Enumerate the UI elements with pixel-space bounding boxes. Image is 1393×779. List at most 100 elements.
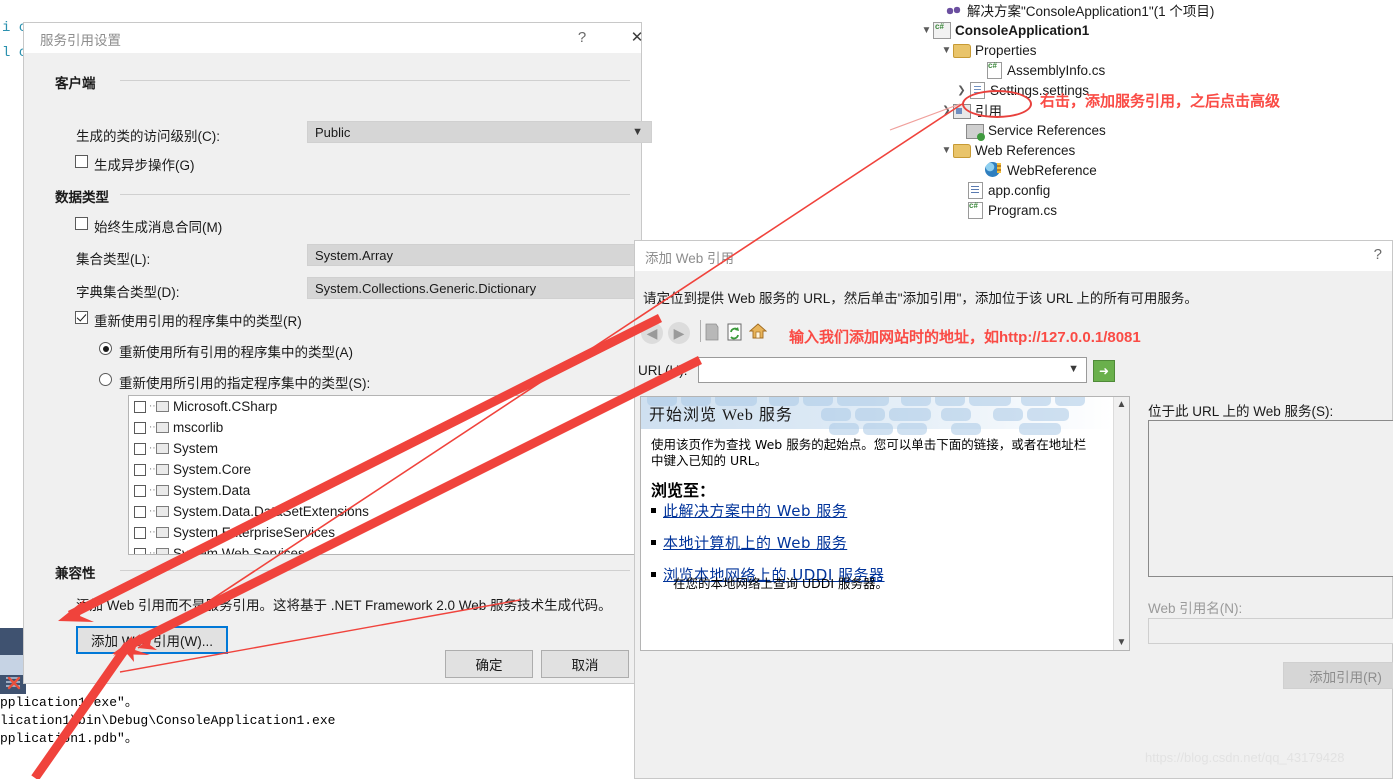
web-reference-name-input[interactable]: [1148, 618, 1393, 644]
generate-async-checkbox[interactable]: [75, 155, 88, 168]
chevron-down-icon[interactable]: ▼: [920, 25, 933, 36]
assembly-icon: [156, 548, 169, 554]
back-arrow-icon[interactable]: ◀: [641, 322, 663, 344]
assembly-icon: [156, 422, 169, 433]
assembly-list-item[interactable]: ⋯ System.Data.DataSetExtensions: [129, 501, 651, 522]
tree-item-webreference[interactable]: WebReference: [972, 160, 1097, 180]
browser-paragraph: 使用该页作为查找 Web 服务的起始点。您可以单击下面的链接，或者在地址栏中键入…: [651, 437, 1087, 468]
assembly-icon: [156, 485, 169, 496]
assembly-list-item[interactable]: ⋯ Microsoft.CSharp: [129, 396, 651, 417]
tree-item-label: Properties: [975, 42, 1037, 58]
annotation-tree-note: 右击，添加服务引用，之后点击高级: [1040, 93, 1281, 110]
tree-item-label: 解决方案"ConsoleApplication1"(1 个项目): [967, 4, 1215, 19]
assembly-list[interactable]: ⋯ Microsoft.CSharp ⋯ mscorlib ⋯ System ⋯…: [128, 395, 652, 555]
close-icon[interactable]: ✕: [624, 28, 650, 48]
assembly-checkbox[interactable]: [134, 400, 146, 413]
tree-item-label: Web References: [975, 142, 1076, 158]
watermark: https://blog.csdn.net/qq_43179428: [1145, 750, 1345, 765]
reuse-types-checkbox[interactable]: [75, 311, 88, 324]
refresh-icon[interactable]: [726, 323, 744, 341]
chevron-right-icon[interactable]: ❯: [940, 105, 953, 116]
tree-item-label: Service References: [988, 122, 1106, 138]
tree-item-web-references[interactable]: ▼ Web References: [940, 140, 1075, 160]
tree-item-service-references[interactable]: Service References: [953, 120, 1106, 141]
service-references-icon: [966, 122, 985, 141]
access-level-combo[interactable]: Public ▼: [307, 121, 652, 143]
assembly-checkbox[interactable]: [134, 421, 146, 434]
assembly-list-item[interactable]: ⋯ System.Data: [129, 480, 651, 501]
tree-item-appconfig[interactable]: app.config: [953, 180, 1050, 200]
assembly-list-item[interactable]: ⋯ System.EnterpriseServices: [129, 522, 651, 543]
tree-item-assemblyinfo[interactable]: AssemblyInfo.cs: [972, 60, 1105, 80]
tree-item-programcs[interactable]: Program.cs: [953, 200, 1057, 220]
tree-item-properties[interactable]: ▼ Properties: [940, 40, 1037, 60]
assembly-checkbox[interactable]: [134, 463, 146, 476]
reuse-specified-radio[interactable]: [99, 373, 112, 386]
folder-icon: [953, 42, 971, 58]
assembly-list-item[interactable]: ⋯ System: [129, 438, 651, 459]
browser-heading: 浏览至：: [651, 481, 716, 500]
chevron-down-icon: ▼: [632, 126, 643, 138]
add-reference-button[interactable]: 添加引用(R): [1283, 662, 1393, 689]
browser-link-solution-services[interactable]: 此解决方案中的 Web 服务: [663, 500, 847, 521]
group-divider: [120, 80, 630, 81]
assembly-checkbox[interactable]: [134, 505, 146, 518]
chevron-right-icon[interactable]: ❯: [955, 85, 968, 96]
scroll-up-arrow-icon[interactable]: ▲: [1114, 397, 1129, 412]
output-line: pplication1.exe"。: [0, 695, 138, 710]
assembly-name: System.Core: [173, 462, 252, 477]
assembly-list-item[interactable]: ⋯ System.Web.Services: [129, 543, 651, 555]
solution-icon: [945, 2, 963, 18]
web-reference-name-label: Web 引用名(N):: [1148, 601, 1243, 616]
ok-button[interactable]: 确定: [445, 650, 533, 678]
add-web-reference-button[interactable]: 添加 Web 引用(W)...: [76, 626, 228, 654]
reuse-all-radio[interactable]: [99, 342, 112, 355]
assembly-name: mscorlib: [173, 420, 224, 435]
output-pane: pplication1.exe"。 lication1\bin\Debug\Co…: [0, 694, 640, 779]
config-file-icon: [966, 182, 984, 199]
assembly-checkbox[interactable]: [134, 526, 146, 539]
dialog-title-bar: [635, 241, 1392, 271]
forward-arrow-icon[interactable]: ▶: [668, 322, 690, 344]
tree-item-label: ConsoleApplication1: [955, 22, 1090, 38]
group-label-client: 客户端: [55, 72, 102, 92]
generate-async-label: 生成异步操作(G): [94, 158, 195, 173]
chevron-down-icon[interactable]: ▼: [940, 145, 953, 156]
url-value: [699, 362, 705, 377]
assembly-checkbox[interactable]: [134, 442, 146, 455]
tree-item-project[interactable]: ▼ ConsoleApplication1: [920, 20, 1089, 40]
url-input[interactable]: ▼: [698, 357, 1087, 383]
chevron-down-icon[interactable]: ▼: [940, 45, 953, 56]
url-label: URL(U):: [638, 363, 688, 378]
group-label-data-type: 数据类型: [55, 186, 115, 206]
always-message-contract-checkbox[interactable]: [75, 217, 88, 230]
annotation-ellipse-references: [962, 90, 1032, 118]
csharp-file-icon: [985, 61, 1003, 79]
tree-dash-icon: ⋯: [149, 464, 159, 475]
cancel-button[interactable]: 取消: [541, 650, 629, 678]
dialog-instruction-text: 请定位到提供 Web 服务的 URL，然后单击"添加引用"，添加位于该 URL …: [643, 291, 1198, 306]
browser-scrollbar[interactable]: ▲ ▼: [1113, 397, 1129, 650]
assembly-checkbox[interactable]: [134, 484, 146, 497]
assembly-name: System.Web.Services: [173, 546, 305, 555]
assembly-list-item[interactable]: ⋯ mscorlib: [129, 417, 651, 438]
services-list[interactable]: [1148, 420, 1393, 577]
home-icon[interactable]: [749, 322, 767, 340]
assembly-list-item[interactable]: ⋯ System.Core: [129, 459, 651, 480]
dict-collection-type-combo[interactable]: System.Collections.Generic.Dictionary ▼: [307, 277, 652, 299]
assembly-checkbox[interactable]: [134, 547, 146, 554]
assembly-name: System.EnterpriseServices: [173, 525, 336, 540]
service-reference-settings-dialog: 服务引用设置 ? ✕ 客户端 生成的类的访问级别(C): Public ▼ 生成…: [23, 22, 652, 684]
collection-type-combo[interactable]: System.Array ▼: [307, 244, 652, 266]
help-icon[interactable]: ?: [1374, 246, 1382, 263]
assembly-icon: [156, 401, 169, 412]
scroll-down-arrow-icon[interactable]: ▼: [1114, 635, 1129, 650]
stop-icon[interactable]: [703, 323, 721, 341]
help-icon[interactable]: ?: [569, 28, 595, 48]
dict-collection-type-value: System.Collections.Generic.Dictionary: [315, 280, 537, 296]
tree-item-solution[interactable]: 解决方案"ConsoleApplication1"(1 个项目): [932, 0, 1214, 20]
reuse-specified-label: 重新使用所引用的指定程序集中的类型(S):: [119, 376, 371, 391]
browser-link-local-machine-services[interactable]: 本地计算机上的 Web 服务: [663, 532, 847, 553]
go-button[interactable]: ➜: [1093, 360, 1115, 382]
chevron-down-icon[interactable]: ▼: [1068, 363, 1079, 375]
